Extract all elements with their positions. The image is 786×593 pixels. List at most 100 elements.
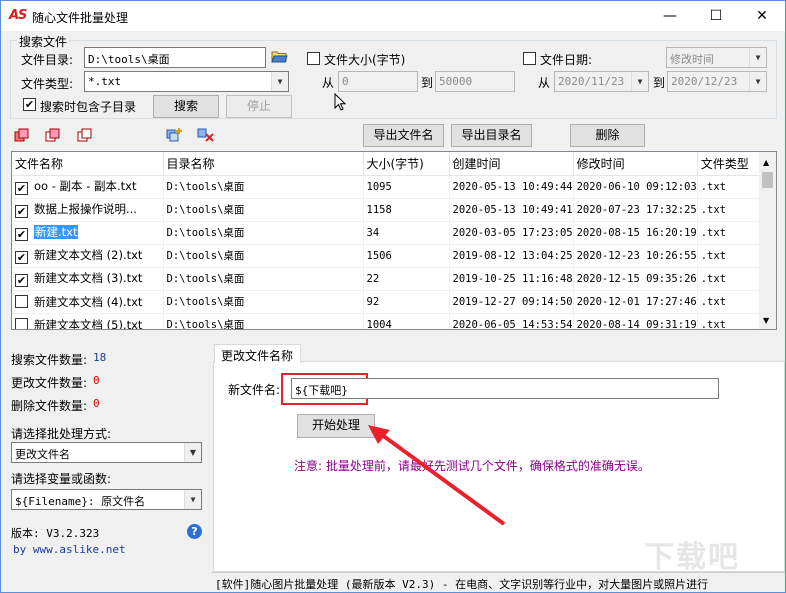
tab-rename[interactable]: 更改文件名称 — [214, 344, 301, 363]
date-mode-value: 修改时间 — [670, 53, 714, 66]
size-cell: 92 — [363, 290, 450, 314]
variable-label: 请选择变量或函数: — [11, 472, 112, 486]
table-scrollbar[interactable]: ▲ ▼ — [759, 152, 776, 329]
found-count-label: 搜索文件数量: — [11, 353, 88, 367]
modified-cell: 2020-08-14 09:31:19 — [573, 313, 698, 329]
file-name-cell: 新建.txt — [34, 225, 79, 239]
include-subdir-label: 搜索时包含子目录 — [40, 100, 137, 114]
row-checkbox[interactable]: ✔ — [15, 205, 28, 218]
invert-select-icon[interactable] — [45, 128, 61, 145]
type-combo[interactable]: *.txt ▼ — [84, 71, 289, 92]
minimize-button[interactable]: — — [647, 1, 693, 31]
version-label: 版本: V3.2.323 — [11, 527, 100, 540]
size-cell: 1506 — [363, 244, 450, 268]
size-to-input[interactable]: 50000 — [435, 71, 515, 92]
column-header-type[interactable]: 文件类型 — [697, 152, 766, 176]
deleted-count-label: 删除文件数量: — [11, 399, 88, 413]
dir-cell: D:\tools\桌面 — [163, 175, 364, 199]
remove-files-icon[interactable] — [197, 127, 215, 146]
method-label: 请选择批处理方式: — [11, 427, 112, 441]
method-combo[interactable]: 更改文件名 ▼ — [11, 442, 202, 463]
watermark-logo: 下载吧 — [644, 540, 740, 575]
search-group-label: 搜索文件 — [17, 33, 70, 50]
table-header-row: 文件名称 目录名称 大小(字节) 创建时间 修改时间 文件类型 — [12, 152, 766, 176]
table-row-selected[interactable]: ✔ 新建.txt D:\tools\桌面 34 2020-03-05 17:23:… — [12, 221, 766, 245]
date-mode-combo[interactable]: 修改时间 ▼ — [666, 47, 767, 68]
table-row[interactable]: ✔ 新建文本文档 (3).txt D:\tools\桌面 22 2019-10-2… — [12, 267, 766, 291]
variable-combo[interactable]: ${Filename}: 原文件名 ▼ — [11, 489, 202, 510]
dir-input[interactable]: D:\tools\桌面 — [84, 47, 266, 68]
date-to-value: 2020/12/23 — [671, 75, 738, 88]
close-button[interactable]: ✕ — [739, 1, 785, 31]
column-header-modified[interactable]: 修改时间 — [573, 152, 698, 176]
folder-open-icon[interactable] — [271, 50, 288, 63]
export-filenames-button[interactable]: 导出文件名 — [363, 124, 444, 147]
type-cell: .txt — [697, 175, 766, 199]
dir-cell: D:\tools\桌面 — [163, 198, 364, 222]
date-from-picker[interactable]: 2020/11/23 ▼ — [554, 71, 649, 92]
modified-cell: 2020-12-01 17:27:46 — [573, 290, 698, 314]
title-bar: AS 随心文件批量处理 — ☐ ✕ — [1, 1, 785, 31]
created-cell: 2020-06-05 14:53:54 — [449, 313, 574, 329]
created-cell: 2019-08-12 13:04:25 — [449, 244, 574, 268]
date-filter-checkbox[interactable] — [523, 52, 536, 65]
dir-cell: D:\tools\桌面 — [163, 290, 364, 314]
date-to-label: 到 — [653, 76, 666, 90]
created-cell: 2020-05-13 10:49:44 — [449, 175, 574, 199]
column-header-size[interactable]: 大小(字节) — [363, 152, 450, 176]
select-all-icon[interactable] — [14, 128, 30, 145]
table-row[interactable]: ✔ 新建文本文档 (2).txt D:\tools\桌面 1506 2019-08… — [12, 244, 766, 268]
created-cell: 2020-03-05 17:23:05 — [449, 221, 574, 245]
row-checkbox[interactable]: ✔ — [15, 251, 28, 264]
table-row[interactable]: 新建文本文档 (5).txt D:\tools\桌面 1004 2020-06-… — [12, 313, 766, 329]
delete-button[interactable]: 删除 — [570, 124, 645, 147]
website-link[interactable]: by www.aslike.net — [13, 543, 126, 556]
row-checkbox[interactable]: ✔ — [15, 182, 28, 195]
chevron-down-icon: ▼ — [184, 490, 201, 509]
rename-tab-body: 新文件名: ${下载吧} 开始处理 注意: 批量处理前，请最好先测试几个文件，确… — [213, 361, 785, 575]
found-count-value: 18 — [93, 351, 107, 364]
type-cell: .txt — [697, 221, 766, 245]
dir-cell: D:\tools\桌面 — [163, 221, 364, 245]
size-filter-checkbox[interactable] — [307, 52, 320, 65]
scroll-thumb[interactable] — [762, 172, 773, 188]
scroll-up-icon[interactable]: ▲ — [763, 158, 769, 167]
row-checkbox[interactable]: ✔ — [15, 228, 28, 241]
column-header-dir[interactable]: 目录名称 — [163, 152, 364, 176]
row-checkbox[interactable]: ✔ — [15, 274, 28, 287]
size-from-input[interactable]: 0 — [338, 71, 418, 92]
created-cell: 2019-10-25 11:16:48 — [449, 267, 574, 291]
mouse-cursor-icon — [334, 92, 347, 114]
maximize-button[interactable]: ☐ — [693, 1, 739, 31]
file-name-cell: 新建文本文档 (4).txt — [34, 294, 143, 309]
dir-cell: D:\tools\桌面 — [163, 244, 364, 268]
new-name-label: 新文件名: — [228, 383, 281, 397]
window-title: 随心文件批量处理 — [32, 11, 129, 25]
file-name-cell: 数据上报操作说明... — [34, 202, 137, 216]
table-row[interactable]: ✔ 数据上报操作说明... D:\tools\桌面 1158 2020-05-13… — [12, 198, 766, 222]
modified-cell: 2020-12-15 09:35:26 — [573, 267, 698, 291]
method-combo-value: 更改文件名 — [15, 448, 70, 461]
stop-button[interactable]: 停止 — [226, 95, 292, 118]
dir-cell: D:\tools\桌面 — [163, 267, 364, 291]
row-checkbox[interactable] — [15, 317, 28, 329]
add-files-icon[interactable] — [166, 127, 184, 146]
table-row[interactable]: 新建文本文档 (4).txt D:\tools\桌面 92 2019-12-27… — [12, 290, 766, 314]
deselect-all-icon[interactable] — [77, 128, 93, 145]
type-cell: .txt — [697, 313, 766, 329]
modified-cell: 2020-07-23 17:32:25 — [573, 198, 698, 222]
scroll-down-icon[interactable]: ▼ — [763, 316, 769, 325]
dir-cell: D:\tools\桌面 — [163, 313, 364, 329]
modified-cell: 2020-06-10 09:12:03 — [573, 175, 698, 199]
help-icon[interactable]: ? — [187, 524, 202, 539]
row-checkbox[interactable] — [15, 294, 28, 308]
export-dirnames-button[interactable]: 导出目录名 — [451, 124, 532, 147]
search-button[interactable]: 搜索 — [153, 95, 219, 118]
column-header-created[interactable]: 创建时间 — [449, 152, 574, 176]
include-subdir-checkbox[interactable]: ✔ — [23, 98, 36, 111]
new-name-input[interactable]: ${下载吧} — [291, 378, 719, 399]
column-header-name[interactable]: 文件名称 — [12, 152, 164, 176]
date-to-picker[interactable]: 2020/12/23 ▼ — [667, 71, 767, 92]
status-bar: [软件]随心图片批量处理 (最新版本 V2.3) - 在电商、文字识别等行业中，… — [211, 572, 785, 592]
table-row[interactable]: ✔ oo - 副本 - 副本.txt D:\tools\桌面 1095 2020-… — [12, 175, 766, 199]
